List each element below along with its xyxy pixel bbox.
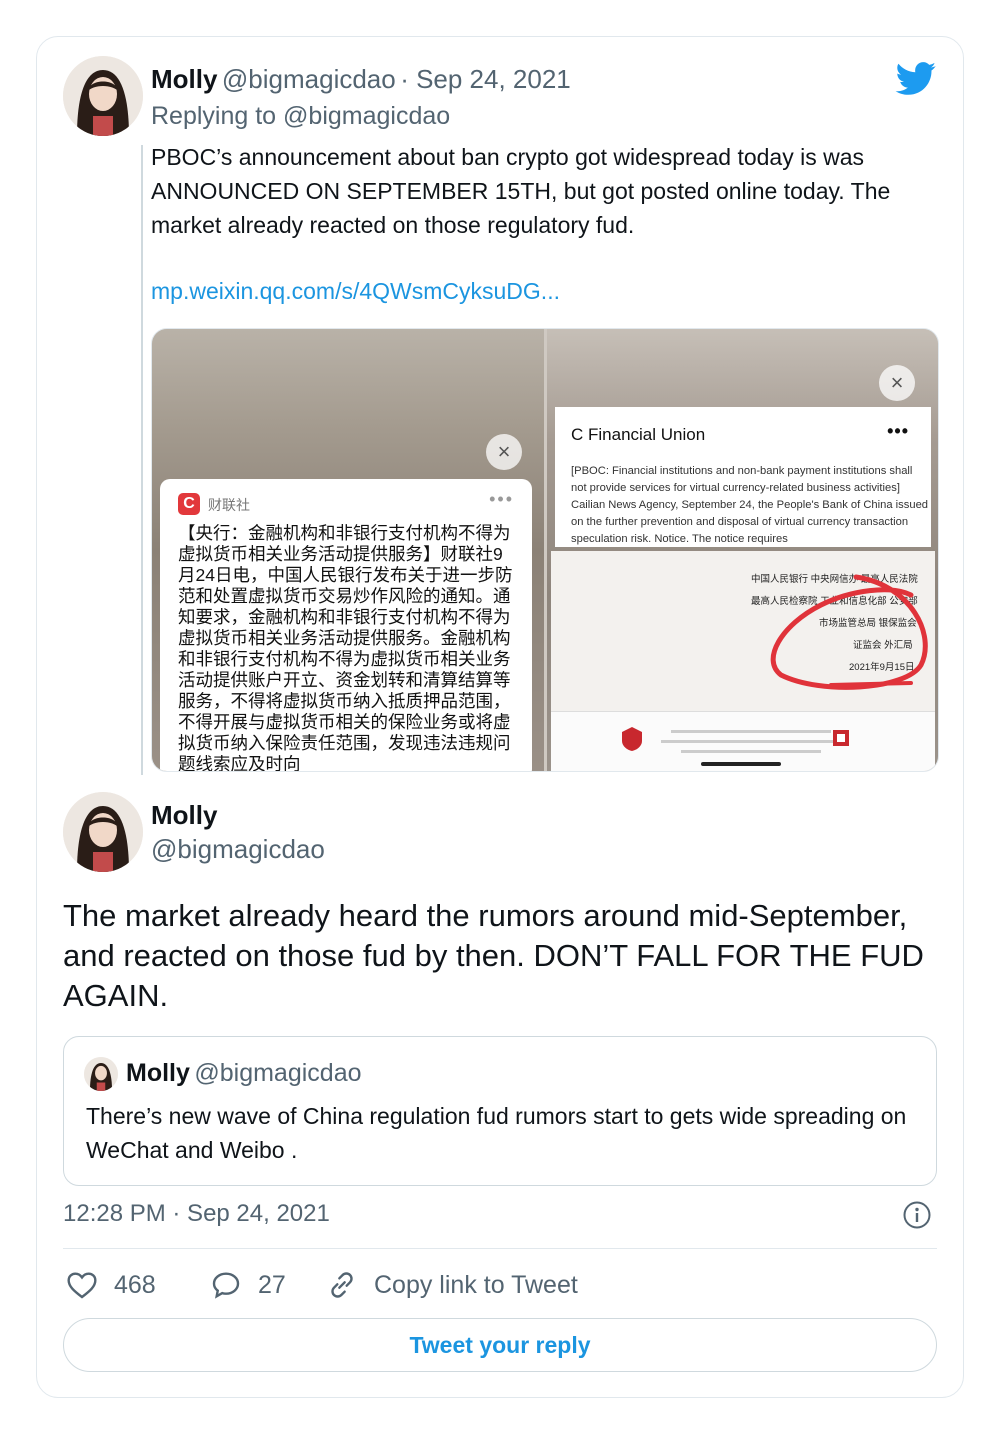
like-count: 468	[114, 1270, 156, 1299]
like-button[interactable]: 468	[66, 1266, 156, 1304]
avatar-image	[63, 792, 143, 872]
replying-to-handle[interactable]: @bigmagicdao	[283, 102, 450, 130]
footer-line	[681, 750, 821, 753]
info-icon[interactable]	[903, 1201, 931, 1229]
heart-icon	[67, 1272, 97, 1299]
avatar-image	[84, 1057, 118, 1091]
news-title: C Financial Union	[571, 425, 706, 444]
avatar	[84, 1057, 118, 1091]
avatar-image	[63, 56, 143, 136]
tweet-link[interactable]: mp.weixin.qq.com/s/4QWsmCyksuDG...	[151, 278, 560, 305]
avatar[interactable]	[63, 792, 143, 872]
more-icon: •••	[887, 421, 909, 441]
gov-logo-icon	[833, 730, 849, 746]
reply-count: 27	[258, 1270, 286, 1299]
close-icon[interactable]: ×	[879, 365, 915, 401]
quoted-author-handle: @bigmagicdao	[194, 1059, 362, 1087]
link-icon	[331, 1272, 353, 1298]
document-image: 中国人民银行 中央网信办 最高人民法院 最高人民检察院 工业和信息化部 公安部 …	[551, 551, 935, 771]
author-handle[interactable]: @bigmagicdao	[222, 64, 396, 94]
media-image-left[interactable]: × C 财联社 ••• 【央行：金融机构和非银行支付机构不得为虚拟货币相关业务活…	[152, 329, 544, 771]
copy-link-button[interactable]: Copy link to Tweet	[326, 1266, 578, 1304]
quoted-tweet[interactable]: Molly @bigmagicdao There’s new wave of C…	[63, 1036, 937, 1186]
news-panel-english: C Financial Union ••• [PBOC: Financial i…	[555, 407, 931, 547]
author-name[interactable]: Molly	[151, 64, 217, 94]
replying-to-label: Replying to	[151, 102, 277, 130]
comment-icon	[212, 1272, 240, 1299]
quoted-tweet-text: There’s new wave of China regulation fud…	[86, 1103, 907, 1163]
tweet-media[interactable]: × C 财联社 ••• 【央行：金融机构和非银行支付机构不得为虚拟货币相关业务活…	[151, 328, 939, 772]
tweet-your-reply-button[interactable]: Tweet your reply	[63, 1318, 937, 1372]
main-tweet-text: The market already heard the rumors arou…	[63, 898, 924, 1013]
document-footer	[551, 711, 935, 771]
divider	[63, 1248, 937, 1249]
first-tweet-text: PBOC’s announcement about ban crypto got…	[151, 144, 891, 238]
news-panel-chinese: C 财联社 ••• 【央行：金融机构和非银行支付机构不得为虚拟货币相关业务活动提…	[160, 479, 532, 772]
avatar[interactable]	[63, 56, 143, 136]
cailian-logo: C	[178, 493, 200, 515]
red-circle-annotation	[770, 574, 928, 690]
footer-line	[671, 730, 831, 733]
emblem-icon	[622, 727, 642, 751]
close-icon[interactable]: ×	[486, 434, 522, 470]
news-source: 财联社	[208, 497, 250, 513]
author-handle[interactable]: @bigmagicdao	[151, 834, 325, 865]
media-image-right[interactable]: × C Financial Union ••• [PBOC: Financial…	[547, 329, 938, 771]
news-body-chinese: 【央行：金融机构和非银行支付机构不得为虚拟货币相关业务活动提供服务】财联社9月2…	[178, 523, 513, 772]
author-name[interactable]: Molly	[151, 800, 217, 831]
twitter-bird-icon[interactable]	[895, 62, 937, 96]
thread-line	[141, 145, 143, 775]
tweet-date[interactable]: · Sep 24, 2021	[400, 64, 571, 94]
home-indicator	[701, 762, 781, 766]
news-body-english: [PBOC: Financial institutions and non-ba…	[571, 465, 929, 545]
replying-to: Replying to @bigmagicdao	[151, 102, 450, 131]
copy-link-label: Copy link to Tweet	[374, 1270, 578, 1299]
tweet-timestamp[interactable]: 12:28 PM · Sep 24, 2021	[63, 1200, 330, 1228]
more-icon: •••	[489, 489, 514, 509]
quoted-author-name: Molly	[126, 1059, 190, 1087]
footer-line	[661, 740, 841, 743]
reply-action-button[interactable]: 27	[210, 1266, 286, 1304]
